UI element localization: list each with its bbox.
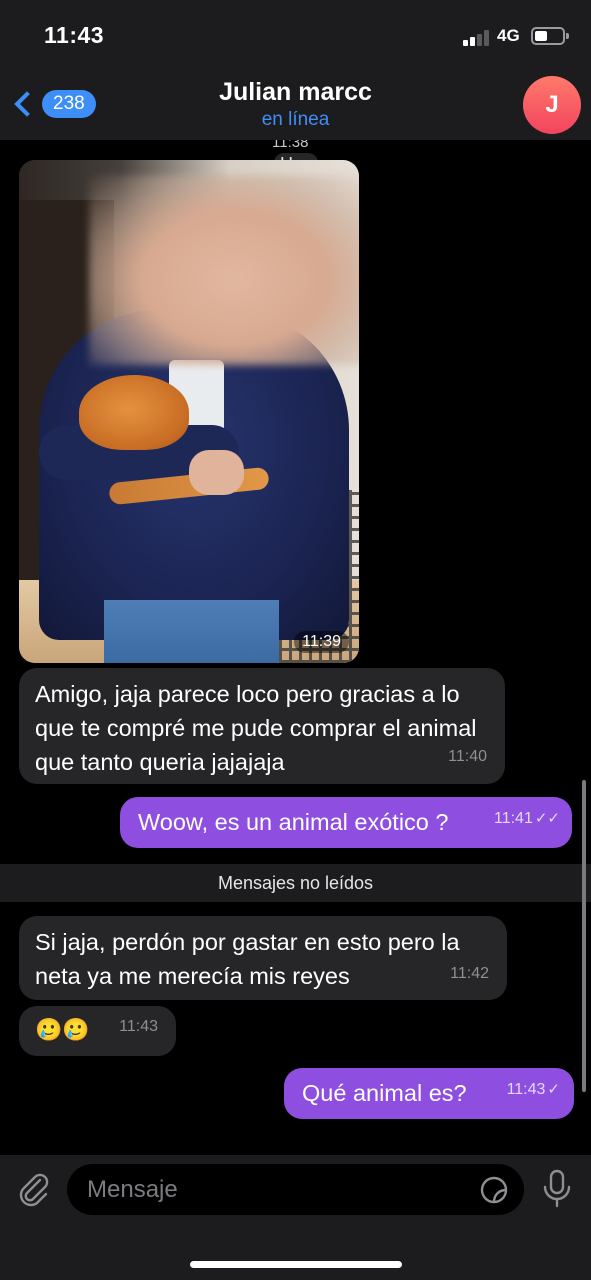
message-time: 11:43 ✓ <box>507 1073 560 1107</box>
double-check-icon: ✓✓ <box>534 810 560 827</box>
battery-icon <box>531 27 569 45</box>
message-time: 11:42 <box>450 965 489 982</box>
outgoing-message[interactable]: Qué animal es? 11:43 ✓ <box>284 1068 574 1119</box>
chat-header: 238 Julian marcc en línea J <box>0 70 591 140</box>
message-input[interactable]: Mensaje <box>67 1164 524 1215</box>
message-text: Woow, es un animal exótico ? <box>138 809 449 835</box>
status-time: 11:43 <box>44 22 105 48</box>
unread-separator: Mensajes no leídos <box>0 864 591 902</box>
photo-timestamp: 11:39 <box>294 631 349 653</box>
message-text: Si jaja, perdón por gastar en esto pero … <box>35 929 460 989</box>
message-time: 11:41 ✓✓ <box>494 802 560 836</box>
sticker-icon[interactable] <box>479 1175 509 1205</box>
microphone-icon[interactable] <box>540 1169 574 1209</box>
photo-message[interactable]: 11:39 <box>19 160 359 663</box>
contact-status: en línea <box>261 109 330 130</box>
network-type: 4G <box>497 26 520 45</box>
paperclip-icon[interactable] <box>16 1171 52 1207</box>
signal-icon <box>463 30 491 46</box>
message-time: 11:43 <box>119 1018 158 1035</box>
incoming-message[interactable]: Amigo, jaja parece loco pero gracias a l… <box>19 668 505 784</box>
home-indicator[interactable] <box>190 1261 402 1268</box>
previous-message-time: 11:38 <box>272 140 309 151</box>
check-icon: ✓ <box>547 1081 560 1098</box>
outgoing-message[interactable]: Woow, es un animal exótico ? 11:41 ✓✓ <box>120 797 572 848</box>
message-time: 11:40 <box>448 748 487 765</box>
message-placeholder: Mensaje <box>87 1176 178 1203</box>
animal-image <box>79 375 189 450</box>
chat-area[interactable]: 11:38 Hoy 11:39 Amigo, jaja parece loco … <box>0 140 591 1155</box>
incoming-message[interactable]: 🥲🥲 11:43 <box>19 1006 176 1056</box>
message-text: Amigo, jaja parece loco pero gracias a l… <box>35 681 477 775</box>
avatar[interactable]: J <box>523 76 581 134</box>
scrollbar[interactable] <box>582 780 586 1092</box>
avatar-initial: J <box>545 91 559 118</box>
blurred-face <box>89 175 359 365</box>
message-input-bar: Mensaje <box>0 1155 591 1280</box>
status-bar: 11:43 4G <box>0 0 591 70</box>
contact-name[interactable]: Julian marcc <box>0 78 591 107</box>
incoming-message[interactable]: Si jaja, perdón por gastar en esto pero … <box>19 916 507 1000</box>
